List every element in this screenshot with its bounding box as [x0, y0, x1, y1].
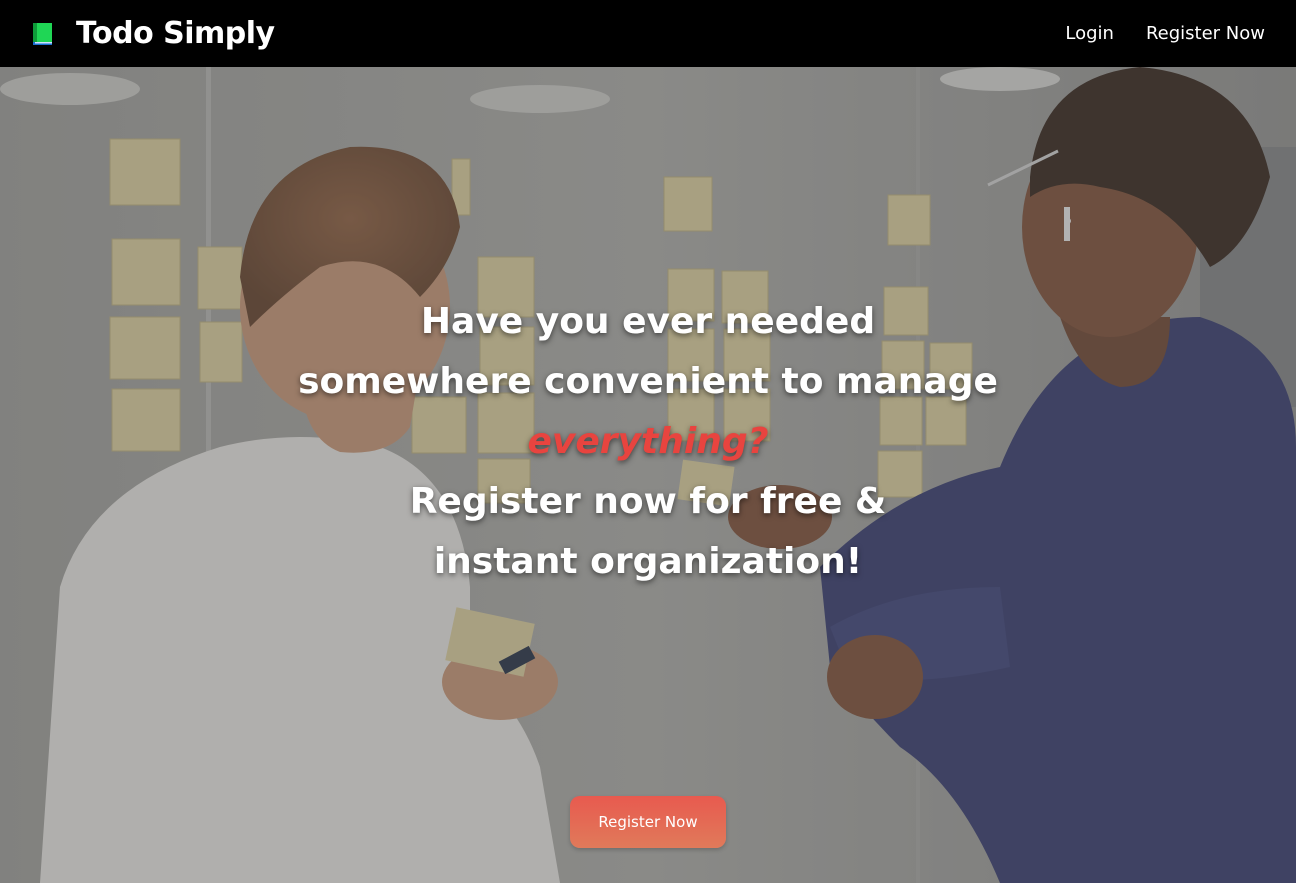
- headline-line-4: Register now for free &: [409, 481, 887, 522]
- hero-section: Have you ever needed somewhere convenien…: [0, 67, 1296, 883]
- headline-line-1: Have you ever needed: [420, 301, 876, 342]
- brand-name: Todo Simply: [76, 16, 275, 51]
- book-icon: [30, 21, 56, 47]
- login-link[interactable]: Login: [1065, 23, 1114, 44]
- nav-links: Login Register Now: [1033, 23, 1265, 44]
- register-now-link[interactable]: Register Now: [1146, 23, 1265, 44]
- register-now-button[interactable]: Register Now: [570, 796, 726, 848]
- navbar: Todo Simply Login Register Now: [0, 0, 1296, 67]
- headline-line-2: somewhere convenient to manage: [298, 361, 998, 402]
- headline-line-5: instant organization!: [433, 541, 863, 582]
- brand-link[interactable]: Todo Simply: [30, 16, 275, 51]
- headline-accent-word: everything?: [527, 421, 769, 462]
- hero-headline: Have you ever needed somewhere convenien…: [0, 292, 1296, 592]
